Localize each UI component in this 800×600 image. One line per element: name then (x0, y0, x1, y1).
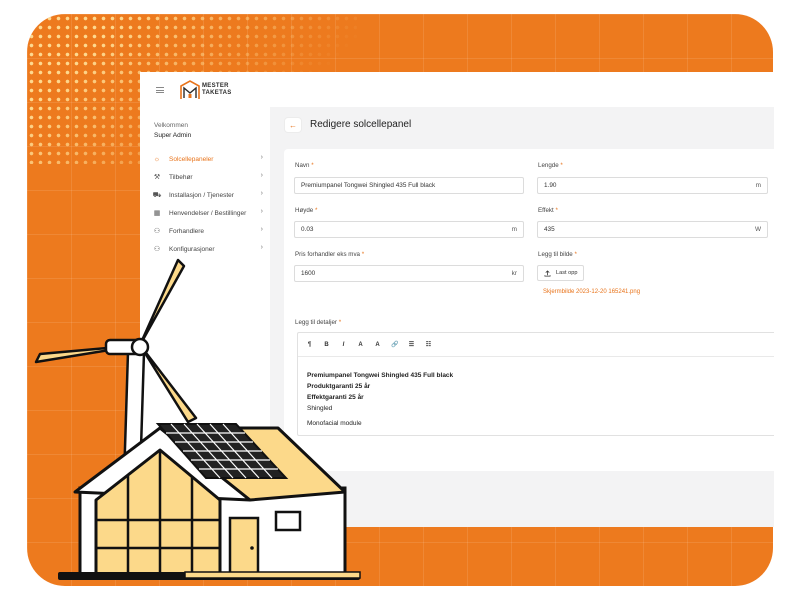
pris-value: 1600 (301, 270, 316, 277)
navn-label-text: Navn (295, 162, 310, 169)
upload-icon (544, 269, 551, 277)
required-mark: * (361, 251, 365, 258)
sidebar-item-tilbehor[interactable]: ⚒ Tilbehør › (152, 168, 267, 186)
navn-value: Premiumpanel Tongwei Shingled 435 Full b… (301, 182, 436, 189)
rich-text-editor[interactable]: ¶ B I A A 🔗 ☰ ☷ Premiumpanel Tongwei Shi… (297, 332, 774, 436)
effekt-label: Effekt * (538, 207, 558, 214)
editor-content[interactable]: Premiumpanel Tongwei Shingled 435 Full b… (298, 357, 774, 429)
editor-line: Shingled (307, 405, 333, 412)
sidebar-item-label: Installasjon / Tjenester (169, 191, 234, 199)
italic-icon[interactable]: I (340, 342, 347, 348)
logo-line-2: TAKETAS (202, 90, 232, 96)
lengde-label: Lengde * (538, 162, 563, 169)
effekt-label-text: Effekt (538, 207, 554, 214)
editor-toolbar: ¶ B I A A 🔗 ☰ ☷ (298, 333, 774, 357)
logo-house-icon (180, 80, 200, 99)
sidebar-item-label: Tilbehør (169, 173, 193, 181)
chevron-right-icon: › (260, 172, 263, 179)
hoyde-input[interactable]: 0.03 m (294, 221, 524, 238)
welcome-text: Velkommen (154, 122, 188, 129)
chevron-right-icon: › (260, 154, 263, 161)
editor-line: Effektgaranti 25 år (307, 394, 364, 401)
sidebar-item-label: Konfigurasjoner (169, 245, 215, 253)
sidebar-item-henvendelser[interactable]: ▦ Henvendelser / Bestillinger › (152, 204, 267, 222)
lengde-unit: m (755, 182, 761, 189)
required-mark: * (555, 207, 558, 214)
sidebar: MESTER TAKETAS Velkommen Super Admin ☼ S… (140, 72, 270, 527)
uploaded-file-name[interactable]: Skjermbilde 2023-12-20 165241.png (543, 289, 640, 295)
page-title: Redigere solcellepanel (310, 119, 412, 130)
lengde-value: 1.90 (544, 182, 557, 189)
users-icon: ⚇ (153, 228, 161, 235)
effekt-input[interactable]: 435 W (537, 221, 768, 238)
solar-sun-icon: ☼ (153, 155, 161, 163)
pris-unit: kr (511, 270, 517, 277)
lengde-label-text: Lengde (538, 162, 559, 169)
detaljer-label-text: Legg til detaljer (295, 319, 337, 326)
navn-input[interactable]: Premiumpanel Tongwei Shingled 435 Full b… (294, 177, 524, 194)
chevron-right-icon: › (260, 226, 263, 233)
text-color-icon[interactable]: A (374, 342, 381, 348)
back-button[interactable]: ← (285, 118, 301, 132)
link-icon[interactable]: 🔗 (391, 341, 398, 348)
sidebar-item-installasjon[interactable]: ⛟ Installasjon / Tjenester › (152, 186, 267, 204)
hoyde-unit: m (511, 226, 517, 233)
wrench-icon: ⚒ (153, 174, 161, 181)
sidebar-item-konfigurasjoner[interactable]: ⚇ Konfigurasjoner › (152, 240, 267, 258)
sidebar-item-solcellepaneler[interactable]: ☼ Solcellepaneler › (152, 150, 267, 168)
users-gear-icon: ⚇ (153, 246, 161, 253)
edit-form-card: Navn * Premiumpanel Tongwei Shingled 435… (284, 149, 774, 471)
editor-line: Premiumpanel Tongwei Shingled 435 Full b… (307, 372, 454, 379)
bilde-label: Legg til bilde * (538, 251, 577, 258)
required-mark: * (311, 162, 314, 169)
calendar-icon: ▦ (153, 210, 161, 217)
bilde-label-text: Legg til bilde (538, 251, 573, 258)
font-size-icon[interactable]: A (357, 342, 364, 348)
sidebar-item-forhandlere[interactable]: ⚇ Forhandlere › (152, 222, 267, 240)
upload-button[interactable]: Last opp (537, 265, 585, 281)
sidebar-nav: ☼ Solcellepaneler › ⚒ Tilbehør › ⛟ Insta… (152, 150, 267, 258)
lengde-input[interactable]: 1.90 m (537, 177, 768, 194)
pris-label-text: Pris forhandler eks mva (295, 251, 360, 258)
editor-line: Monofacial module (307, 420, 362, 427)
pris-label: Pris forhandler eks mva * (295, 251, 364, 258)
hoyde-label-text: Høyde (295, 207, 314, 214)
required-mark: * (314, 207, 318, 214)
bold-icon[interactable]: B (323, 342, 330, 348)
paragraph-icon[interactable]: ¶ (306, 342, 313, 348)
arrow-left-icon: ← (289, 120, 297, 130)
admin-app-window: MESTER TAKETAS Velkommen Super Admin ☼ S… (140, 72, 774, 527)
top-bar (270, 72, 774, 107)
sidebar-item-label: Solcellepaneler (169, 155, 214, 163)
hoyde-label: Høyde * (295, 207, 317, 214)
user-role: Super Admin (154, 132, 192, 139)
pris-input[interactable]: 1600 kr (294, 265, 524, 282)
effekt-value: 435 (544, 226, 555, 233)
chevron-right-icon: › (260, 208, 263, 215)
logo-text: MESTER TAKETAS (202, 83, 232, 97)
logo-line-1: MESTER (202, 83, 229, 89)
bullet-list-icon[interactable]: ☰ (408, 341, 415, 348)
editor-line: Produktgaranti 25 år (307, 383, 371, 390)
navn-label: Navn * (295, 162, 314, 169)
chevron-right-icon: › (260, 244, 263, 251)
truck-icon: ⛟ (152, 191, 162, 199)
marketing-scene: MESTER TAKETAS Velkommen Super Admin ☼ S… (0, 0, 800, 600)
numbered-list-icon[interactable]: ☷ (425, 341, 432, 348)
required-mark: * (560, 162, 563, 169)
required-mark: * (574, 251, 577, 258)
upload-button-label: Last opp (556, 270, 578, 276)
detaljer-label: Legg til detaljer * (295, 319, 341, 326)
sidebar-item-label: Henvendelser / Bestillinger (169, 209, 247, 217)
hoyde-value: 0.03 (301, 226, 314, 233)
hamburger-menu-icon[interactable] (156, 87, 164, 93)
chevron-right-icon: › (260, 190, 263, 197)
effekt-unit: W (754, 226, 761, 233)
required-mark: * (338, 319, 342, 326)
sidebar-item-label: Forhandlere (169, 227, 205, 235)
